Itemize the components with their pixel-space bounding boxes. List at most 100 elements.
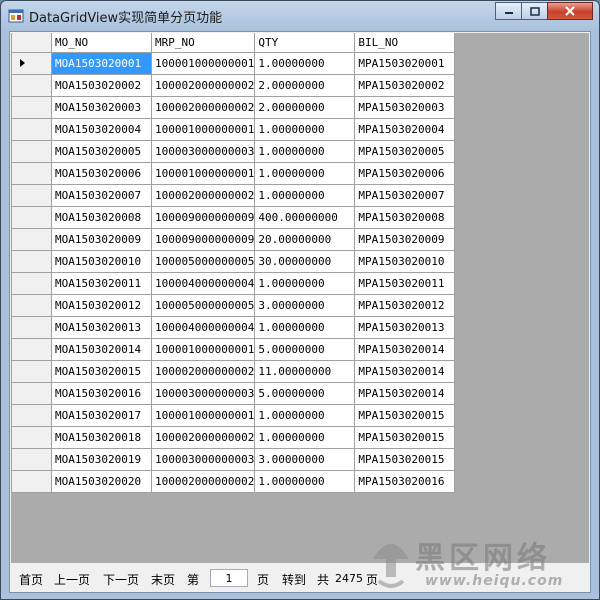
cell-qty[interactable]: 30.00000000 [254, 249, 356, 273]
table-row[interactable]: MOA1503020011 100004000000004 1.00000000 MP… [11, 271, 456, 295]
row-header[interactable] [11, 447, 52, 471]
table-row[interactable]: MOA1503020009 100009000000009 20.00000000 M… [11, 227, 456, 251]
maximize-button[interactable] [521, 2, 548, 20]
cell-qty[interactable]: 3.00000000 [254, 447, 356, 471]
cell-mo-no[interactable]: MOA1503020018 [51, 425, 152, 449]
cell-qty[interactable]: 400.00000000 [254, 205, 356, 229]
row-header[interactable] [11, 381, 52, 405]
cell-mo-no[interactable]: MOA1503020002 [51, 73, 152, 97]
cell-qty[interactable]: 1.00000000 [254, 51, 356, 75]
cell-mo-no[interactable]: MOA1503020013 [51, 315, 152, 339]
cell-mrp-no[interactable]: 100009000000009 [150, 227, 256, 251]
next-page-link[interactable]: 下一页 [103, 571, 139, 588]
cell-mrp-no[interactable]: 100002000000002 [150, 183, 256, 207]
first-page-link[interactable]: 首页 [19, 571, 43, 588]
column-header-mo-no[interactable]: MO_NO [51, 33, 152, 53]
row-header[interactable] [11, 117, 52, 141]
table-row[interactable]: MOA1503020013 100004000000004 1.00000000 MP… [11, 315, 456, 339]
table-row[interactable]: MOA1503020014 100001000000001 5.00000000 MP… [11, 337, 456, 361]
table-row[interactable]: MOA1503020002 100002000000002 2.00000000 MP… [11, 73, 456, 97]
cell-qty[interactable]: 1.00000000 [254, 117, 356, 141]
cell-bil-no[interactable]: MPA1503020005 [354, 139, 456, 163]
table-row[interactable]: MOA1503020016 100003000000003 5.00000000 MP… [11, 381, 456, 405]
column-header-bil-no[interactable]: BIL_NO [354, 33, 456, 53]
table-row[interactable]: MOA1503020001 100001000000001 1.00000000 MP… [11, 51, 456, 75]
table-row[interactable]: MOA1503020006 100001000000001 1.00000000 MP… [11, 161, 456, 185]
data-grid-view[interactable]: MO_NO MRP_NO QTY BIL_NO MOA1503020001 100… [11, 33, 589, 563]
cell-qty[interactable]: 1.00000000 [254, 315, 356, 339]
row-header[interactable] [11, 293, 52, 317]
table-row[interactable]: MOA1503020004 100001000000001 1.00000000 MP… [11, 117, 456, 141]
cell-mo-no[interactable]: MOA1503020016 [51, 381, 152, 405]
cell-mo-no[interactable]: MOA1503020015 [51, 359, 152, 383]
cell-qty[interactable]: 1.00000000 [254, 271, 356, 295]
table-row[interactable]: MOA1503020007 100002000000002 1.00000000 MP… [11, 183, 456, 207]
title-bar[interactable]: DataGridView实现简单分页功能 [1, 1, 599, 31]
cell-mo-no[interactable]: MOA1503020009 [51, 227, 152, 251]
cell-bil-no[interactable]: MPA1503020014 [354, 381, 456, 405]
cell-bil-no[interactable]: MPA1503020004 [354, 117, 456, 141]
cell-bil-no[interactable]: MPA1503020003 [354, 95, 456, 119]
cell-qty[interactable]: 1.00000000 [254, 469, 356, 493]
cell-qty[interactable]: 1.00000000 [254, 425, 356, 449]
cell-mrp-no[interactable]: 100001000000001 [150, 117, 256, 141]
column-header-qty[interactable]: QTY [254, 33, 356, 53]
cell-qty[interactable]: 2.00000000 [254, 73, 356, 97]
row-header[interactable] [11, 73, 52, 97]
cell-mrp-no[interactable]: 100002000000002 [150, 469, 256, 493]
cell-mrp-no[interactable]: 100002000000002 [150, 359, 256, 383]
cell-mrp-no[interactable]: 100009000000009 [150, 205, 256, 229]
cell-qty[interactable]: 1.00000000 [254, 403, 356, 427]
cell-mo-no[interactable]: MOA1503020014 [51, 337, 152, 361]
cell-bil-no[interactable]: MPA1503020011 [354, 271, 456, 295]
cell-bil-no[interactable]: MPA1503020008 [354, 205, 456, 229]
row-header[interactable] [11, 205, 52, 229]
prev-page-link[interactable]: 上一页 [54, 571, 90, 588]
row-header[interactable] [11, 359, 52, 383]
goto-button[interactable]: 转到 [282, 571, 306, 588]
cell-mrp-no[interactable]: 100005000000005 [150, 249, 256, 273]
cell-mrp-no[interactable]: 100001000000001 [150, 403, 256, 427]
column-header-mrp-no[interactable]: MRP_NO [150, 33, 256, 53]
cell-qty[interactable]: 3.00000000 [254, 293, 356, 317]
cell-mo-no[interactable]: MOA1503020004 [51, 117, 152, 141]
table-row[interactable]: MOA1503020018 100002000000002 1.00000000 MP… [11, 425, 456, 449]
cell-mrp-no[interactable]: 100004000000004 [150, 315, 256, 339]
table-row[interactable]: MOA1503020015 100002000000002 11.00000000 M… [11, 359, 456, 383]
table-row[interactable]: MOA1503020020 100002000000002 1.00000000 MP… [11, 469, 456, 493]
table-row[interactable]: MOA1503020010 100005000000005 30.00000000 M… [11, 249, 456, 273]
cell-mo-no[interactable]: MOA1503020020 [51, 469, 152, 493]
cell-mo-no[interactable]: MOA1503020019 [51, 447, 152, 471]
cell-mo-no[interactable]: MOA1503020017 [51, 403, 152, 427]
cell-mrp-no[interactable]: 100002000000002 [150, 95, 256, 119]
cell-mrp-no[interactable]: 100001000000001 [150, 51, 256, 75]
row-header[interactable] [11, 95, 52, 119]
row-header[interactable] [11, 249, 52, 273]
cell-qty[interactable]: 1.00000000 [254, 183, 356, 207]
row-header[interactable] [11, 425, 52, 449]
cell-bil-no[interactable]: MPA1503020014 [354, 359, 456, 383]
row-header[interactable] [11, 51, 52, 75]
cell-mrp-no[interactable]: 100001000000001 [150, 161, 256, 185]
cell-bil-no[interactable]: MPA1503020010 [354, 249, 456, 273]
row-header-corner[interactable] [11, 33, 52, 53]
cell-mrp-no[interactable]: 100002000000002 [150, 425, 256, 449]
cell-bil-no[interactable]: MPA1503020014 [354, 337, 456, 361]
table-row[interactable]: MOA1503020017 100001000000001 1.00000000 MP… [11, 403, 456, 427]
table-row[interactable]: MOA1503020005 100003000000003 1.00000000 MP… [11, 139, 456, 163]
cell-mo-no[interactable]: MOA1503020008 [51, 205, 152, 229]
cell-bil-no[interactable]: MPA1503020007 [354, 183, 456, 207]
cell-mrp-no[interactable]: 100004000000004 [150, 271, 256, 295]
cell-mrp-no[interactable]: 100003000000003 [150, 447, 256, 471]
cell-mrp-no[interactable]: 100001000000001 [150, 337, 256, 361]
last-page-link[interactable]: 末页 [151, 571, 175, 588]
row-header[interactable] [11, 337, 52, 361]
cell-mo-no[interactable]: MOA1503020011 [51, 271, 152, 295]
cell-mrp-no[interactable]: 100002000000002 [150, 73, 256, 97]
cell-mrp-no[interactable]: 100003000000003 [150, 139, 256, 163]
close-button[interactable] [547, 2, 593, 20]
cell-bil-no[interactable]: MPA1503020016 [354, 469, 456, 493]
cell-bil-no[interactable]: MPA1503020002 [354, 73, 456, 97]
cell-qty[interactable]: 20.00000000 [254, 227, 356, 251]
cell-bil-no[interactable]: MPA1503020015 [354, 447, 456, 471]
